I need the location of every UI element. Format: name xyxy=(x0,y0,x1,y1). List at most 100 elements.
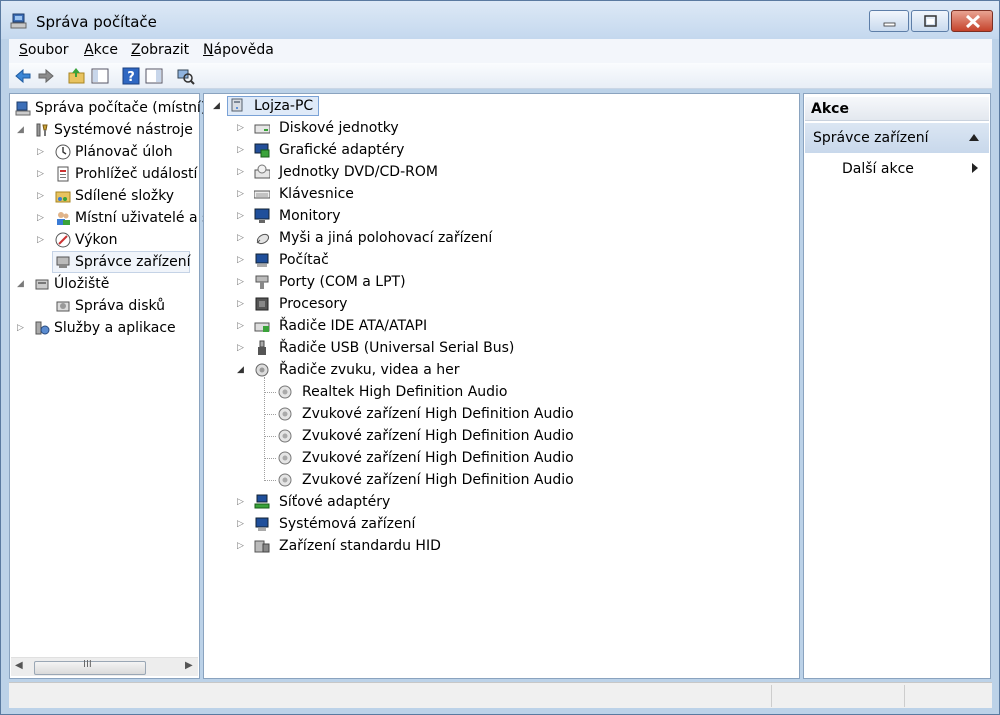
tree-item-label: Správa disků xyxy=(75,298,166,314)
processor-icon xyxy=(254,296,270,312)
tree-item[interactable]: ▷ Prohlížeč událostí xyxy=(10,163,198,185)
collapse-up-icon[interactable] xyxy=(969,134,979,141)
scan-hardware-icon[interactable] xyxy=(175,66,195,86)
collapsed-arrow-icon[interactable]: ▷ xyxy=(237,117,247,139)
device-item[interactable]: Realtek High Definition Audio xyxy=(204,381,794,403)
collapsed-arrow-icon[interactable]: ▷ xyxy=(37,141,47,163)
horizontal-scrollbar[interactable]: ◀ III ▶ xyxy=(11,657,198,676)
device-category[interactable]: ▷ Klávesnice xyxy=(204,183,794,205)
collapsed-arrow-icon[interactable]: ▷ xyxy=(237,205,247,227)
device-category[interactable]: ▷ Porty (COM a LPT) xyxy=(204,271,794,293)
disk-management-icon xyxy=(55,298,71,314)
tree-item[interactable]: Správce zařízení xyxy=(10,251,198,273)
device-category[interactable]: ▷ Diskové jednotky xyxy=(204,117,794,139)
hid-icon xyxy=(254,538,270,554)
tree-item[interactable]: ◢ Systémové nástroje xyxy=(10,119,198,141)
maximize-icon xyxy=(924,15,937,27)
collapsed-arrow-icon[interactable]: ▷ xyxy=(237,227,247,249)
device-category[interactable]: ◢ Řadiče zvuku, videa a her xyxy=(204,359,794,381)
device-category[interactable]: ▷ Jednotky DVD/CD-ROM xyxy=(204,161,794,183)
tree-item[interactable]: ▷ Výkon xyxy=(10,229,198,251)
keyboard-icon xyxy=(253,186,271,202)
device-item[interactable]: Zvukové zařízení High Definition Audio xyxy=(204,425,794,447)
collapsed-arrow-icon[interactable]: ▷ xyxy=(37,207,47,229)
device-item[interactable]: Zvukové zařízení High Definition Audio xyxy=(204,469,794,491)
menu-zobrazit[interactable]: Zobrazit xyxy=(131,42,189,58)
collapsed-arrow-icon[interactable]: ▷ xyxy=(237,337,247,359)
show-hide-action-pane-icon[interactable] xyxy=(144,66,164,86)
tree-item[interactable]: Správa počítače (místní) xyxy=(10,97,206,119)
device-category[interactable]: ▷ Síťové adaptéry xyxy=(204,491,794,513)
back-arrow-icon[interactable] xyxy=(13,66,33,86)
tree-item[interactable]: ▷ Místní uživatelé a s xyxy=(10,207,209,229)
collapsed-arrow-icon[interactable]: ▷ xyxy=(37,163,47,185)
console-tree-pane[interactable]: ◀ III ▶ Správa počítače (místní) ◢ Systémo… xyxy=(9,93,209,679)
collapsed-arrow-icon[interactable]: ▷ xyxy=(237,139,247,161)
device-item-label: Zvukové zařízení High Definition Audio xyxy=(302,406,574,422)
collapsed-arrow-icon[interactable]: ▷ xyxy=(237,293,247,315)
actions-section-device-manager[interactable]: Správce zařízení xyxy=(805,123,989,153)
menu-nápověda[interactable]: Nápověda xyxy=(203,42,274,58)
expanded-arrow-icon[interactable]: ◢ xyxy=(213,95,223,117)
help-icon[interactable]: ? xyxy=(121,66,141,86)
tree-item[interactable]: ▷ Služby a aplikace xyxy=(10,317,198,339)
tree-item[interactable]: ▷ Sdílené složky xyxy=(10,185,198,207)
users-icon xyxy=(55,210,71,226)
scroll-right-icon[interactable]: ▶ xyxy=(185,660,193,671)
collapsed-arrow-icon[interactable]: ▷ xyxy=(237,249,247,271)
minimize-button[interactable] xyxy=(869,10,909,32)
device-category[interactable]: ▷ Řadiče IDE ATA/ATAPI xyxy=(204,315,794,337)
up-folder-icon[interactable] xyxy=(67,66,87,86)
collapsed-arrow-icon[interactable]: ▷ xyxy=(237,513,247,535)
expanded-arrow-icon[interactable]: ◢ xyxy=(17,273,27,295)
collapsed-arrow-icon[interactable]: ▷ xyxy=(237,535,247,557)
collapsed-arrow-icon[interactable]: ▷ xyxy=(37,185,47,207)
device-category[interactable]: ▷ Procesory xyxy=(204,293,794,315)
device-category[interactable]: ▷ Řadiče USB (Universal Serial Bus) xyxy=(204,337,794,359)
more-actions-item[interactable]: Další akce xyxy=(842,158,914,180)
expanded-arrow-icon[interactable]: ◢ xyxy=(237,359,247,381)
device-category[interactable]: ▷ Grafické adaptéry xyxy=(204,139,794,161)
collapsed-arrow-icon[interactable]: ▷ xyxy=(237,271,247,293)
maximize-button[interactable] xyxy=(911,10,949,32)
device-tree-root[interactable]: ◢ Lojza-PC xyxy=(204,95,504,117)
collapsed-arrow-icon[interactable]: ▷ xyxy=(17,317,27,339)
computer-icon xyxy=(229,98,245,114)
monitor-icon xyxy=(254,208,270,224)
actions-pane: Akce Správce zařízení Další akce xyxy=(803,93,991,679)
close-button[interactable] xyxy=(951,10,993,32)
device-category[interactable]: ▷ Myši a jiná polohovací zařízení xyxy=(204,227,794,249)
collapsed-arrow-icon[interactable]: ▷ xyxy=(237,161,247,183)
menu-accelerator: N xyxy=(203,42,214,58)
device-category[interactable]: ▷ Systémová zařízení xyxy=(204,513,794,535)
collapsed-arrow-icon[interactable]: ▷ xyxy=(237,491,247,513)
expanded-arrow-icon[interactable]: ◢ xyxy=(17,119,27,141)
scroll-left-icon[interactable]: ◀ xyxy=(15,660,23,671)
usb-icon xyxy=(254,340,270,356)
menu-soubor[interactable]: Soubor xyxy=(19,42,69,58)
show-hide-tree-icon[interactable] xyxy=(90,66,110,86)
tree-item-label: Místní uživatelé a s xyxy=(75,210,210,226)
device-category-label: Diskové jednotky xyxy=(279,120,399,136)
menu-akce[interactable]: Akce xyxy=(84,42,118,58)
device-item-label: Zvukové zařízení High Definition Audio xyxy=(302,428,574,444)
forward-arrow-icon[interactable] xyxy=(36,66,56,86)
device-item[interactable]: Zvukové zařízení High Definition Audio xyxy=(204,403,794,425)
device-category[interactable]: ▷ Počítač xyxy=(204,249,794,271)
device-tree-pane[interactable]: ◢ Lojza-PC ▷ Diskové jednotky ▷ Grafické adap… xyxy=(203,93,800,679)
tree-item[interactable]: ▷ Plánovač úloh xyxy=(10,141,198,163)
tree-item[interactable]: ◢ Úložiště xyxy=(10,273,198,295)
title-bar[interactable]: Správa počítače xyxy=(1,1,999,39)
scrollbar-thumb[interactable]: III xyxy=(34,659,146,675)
collapsed-arrow-icon[interactable]: ▷ xyxy=(237,183,247,205)
tree-item-label: Sdílené složky xyxy=(75,188,175,204)
menu-label-rest: ápověda xyxy=(213,42,274,58)
device-category[interactable]: ▷ Monitory xyxy=(204,205,794,227)
collapsed-arrow-icon[interactable]: ▷ xyxy=(237,315,247,337)
status-separator xyxy=(904,685,905,707)
tree-item-label: Plánovač úloh xyxy=(75,144,173,160)
device-category[interactable]: ▷ Zařízení standardu HID xyxy=(204,535,794,557)
collapsed-arrow-icon[interactable]: ▷ xyxy=(37,229,47,251)
tree-item[interactable]: Správa disků xyxy=(10,295,198,317)
device-item[interactable]: Zvukové zařízení High Definition Audio xyxy=(204,447,794,469)
